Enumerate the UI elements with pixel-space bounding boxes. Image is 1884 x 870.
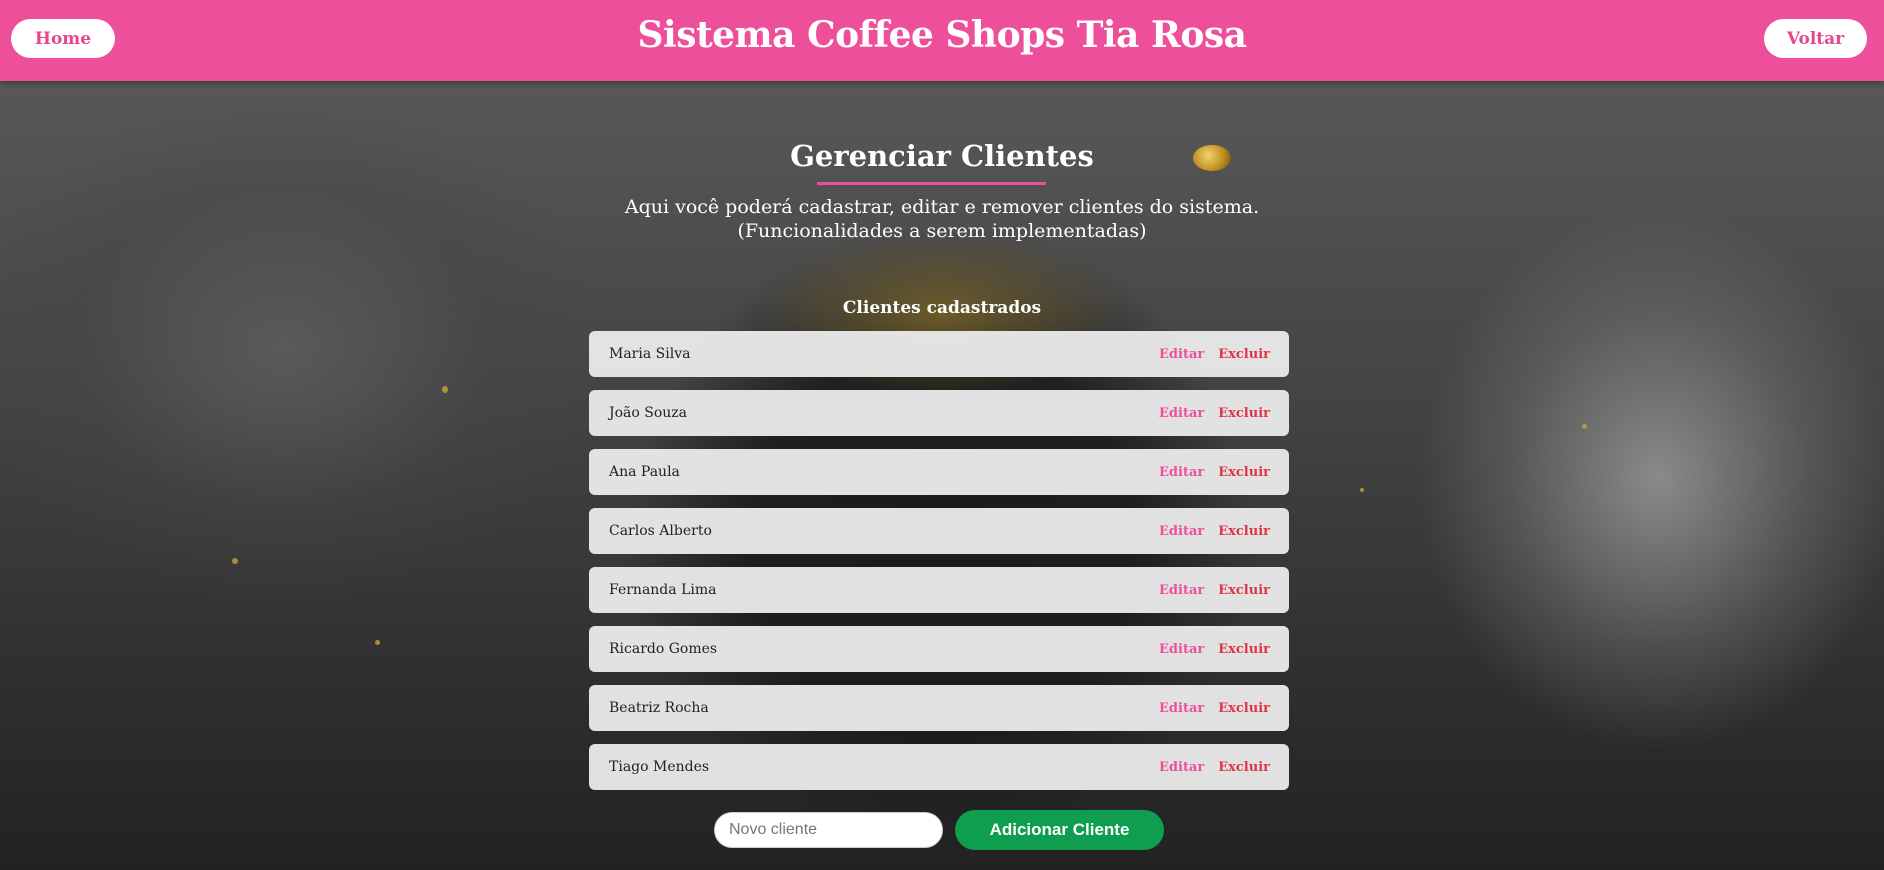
client-name: Ricardo Gomes [609, 641, 718, 657]
client-row: Ana Paula Editar Excluir [589, 449, 1289, 495]
row-actions: Editar Excluir [1159, 347, 1270, 362]
edit-client-link[interactable]: Editar [1159, 347, 1204, 362]
background-sparkle [1360, 488, 1364, 492]
page-note: (Funcionalidades a serem implementadas) [737, 220, 1147, 242]
client-name: Carlos Alberto [609, 523, 712, 539]
edit-client-link[interactable]: Editar [1159, 583, 1204, 598]
client-list-title: Clientes cadastrados [842, 298, 1042, 318]
top-header-bar: Home Sistema Coffee Shops Tia Rosa Volta… [0, 0, 1884, 81]
row-actions: Editar Excluir [1159, 583, 1270, 598]
background-sparkle [442, 386, 448, 393]
client-row: Tiago Mendes Editar Excluir [589, 744, 1289, 790]
edit-client-link[interactable]: Editar [1159, 465, 1204, 480]
app-title: Sistema Coffee Shops Tia Rosa [637, 14, 1247, 56]
client-name: Fernanda Lima [609, 582, 717, 598]
background-sparkle [375, 640, 380, 645]
row-actions: Editar Excluir [1159, 760, 1270, 775]
row-actions: Editar Excluir [1159, 642, 1270, 657]
coffee-beans-icon [1193, 145, 1231, 171]
background-sparkle [232, 558, 238, 564]
new-client-input[interactable] [714, 812, 943, 848]
delete-client-link[interactable]: Excluir [1218, 524, 1270, 539]
row-actions: Editar Excluir [1159, 406, 1270, 421]
edit-client-link[interactable]: Editar [1159, 524, 1204, 539]
client-row: Maria Silva Editar Excluir [589, 331, 1289, 377]
client-row: Beatriz Rocha Editar Excluir [589, 685, 1289, 731]
row-actions: Editar Excluir [1159, 524, 1270, 539]
edit-client-link[interactable]: Editar [1159, 406, 1204, 421]
delete-client-link[interactable]: Excluir [1218, 465, 1270, 480]
client-name: Ana Paula [609, 464, 680, 480]
edit-client-link[interactable]: Editar [1159, 701, 1204, 716]
client-name: João Souza [609, 405, 688, 421]
row-actions: Editar Excluir [1159, 465, 1270, 480]
delete-client-link[interactable]: Excluir [1218, 701, 1270, 716]
add-client-button[interactable]: Adicionar Cliente [955, 810, 1164, 850]
client-row: Carlos Alberto Editar Excluir [589, 508, 1289, 554]
background-sparkle [1582, 424, 1587, 429]
title-underline [817, 182, 1046, 185]
delete-client-link[interactable]: Excluir [1218, 406, 1270, 421]
row-actions: Editar Excluir [1159, 701, 1270, 716]
delete-client-link[interactable]: Excluir [1218, 760, 1270, 775]
edit-client-link[interactable]: Editar [1159, 642, 1204, 657]
page-description: Aqui você poderá cadastrar, editar e rem… [624, 196, 1260, 218]
delete-client-link[interactable]: Excluir [1218, 347, 1270, 362]
client-name: Tiago Mendes [609, 759, 710, 775]
back-button[interactable]: Voltar [1764, 19, 1867, 58]
client-list: Maria Silva Editar Excluir João Souza Editar… [589, 331, 1289, 803]
client-row: Fernanda Lima Editar Excluir [589, 567, 1289, 613]
edit-client-link[interactable]: Editar [1159, 760, 1204, 775]
delete-client-link[interactable]: Excluir [1218, 583, 1270, 598]
client-name: Beatriz Rocha [609, 700, 709, 716]
page-title: Gerenciar Clientes [790, 139, 1094, 173]
delete-client-link[interactable]: Excluir [1218, 642, 1270, 657]
client-name: Maria Silva [609, 346, 691, 362]
client-row: Ricardo Gomes Editar Excluir [589, 626, 1289, 672]
client-row: João Souza Editar Excluir [589, 390, 1289, 436]
